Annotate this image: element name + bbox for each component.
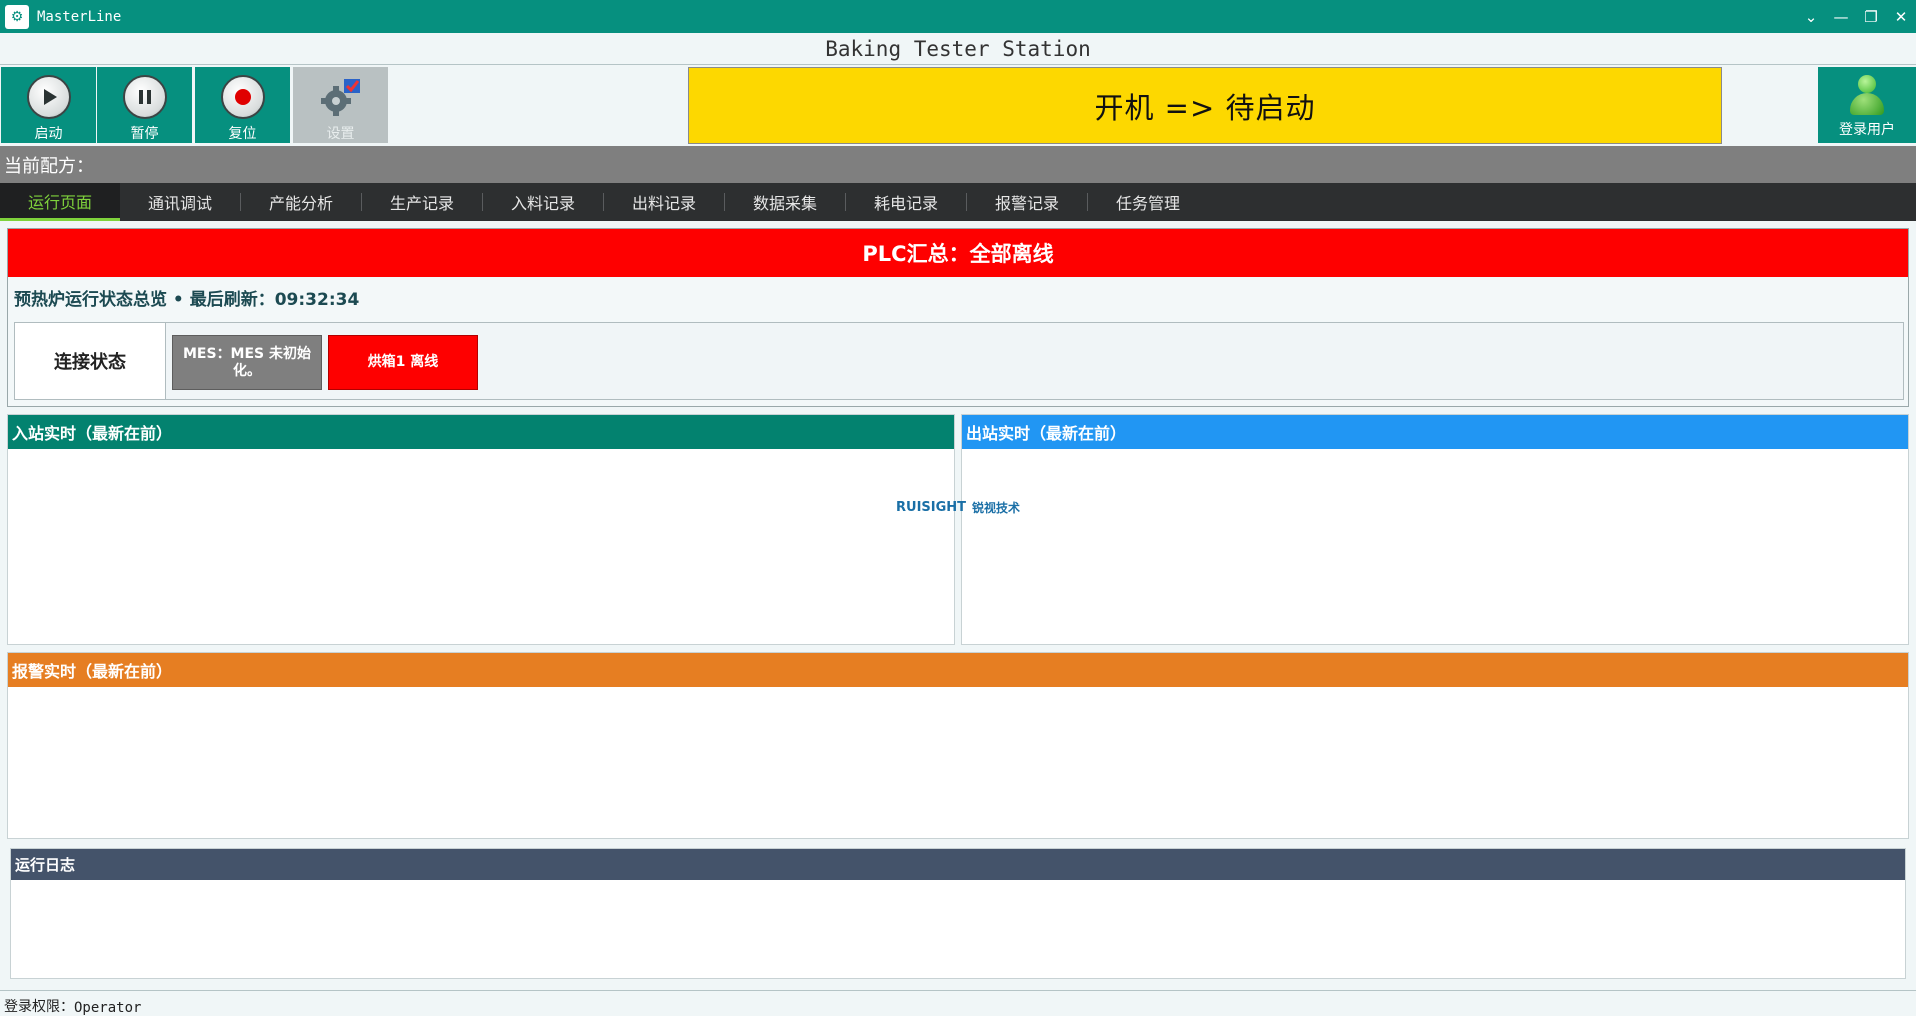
reset-button[interactable]: 复位 [195, 67, 290, 143]
connection-status-box: 连接状态 MES：MES 未初始化。 烘箱1 离线 [14, 322, 1904, 400]
plc-summary-frame: PLC汇总：全部离线 预热炉运行状态总览 • 最后刷新：09:32:34 连接状… [7, 228, 1909, 407]
inbound-realtime-panel: 入站实时（最新在前） [7, 414, 955, 645]
pause-icon [122, 75, 167, 119]
login-user-button[interactable]: 登录用户 [1818, 67, 1916, 143]
current-recipe-label: 当前配方： [4, 155, 94, 177]
tab-production-records[interactable]: 生产记录 [362, 183, 482, 221]
restore-icon[interactable]: ❐ [1856, 0, 1886, 33]
play-icon [26, 75, 71, 119]
outbound-realtime-header: 出站实时（最新在前） [962, 415, 1908, 449]
tab-capacity-analysis[interactable]: 产能分析 [241, 183, 361, 221]
tab-data-collection[interactable]: 数据采集 [725, 183, 845, 221]
close-icon[interactable]: ✕ [1886, 0, 1916, 33]
tab-task-management[interactable]: 任务管理 [1088, 183, 1208, 221]
app-name: MasterLine [37, 8, 122, 25]
machine-state-banner: 开机 => 待启动 [688, 67, 1722, 144]
inbound-realtime-header: 入站实时（最新在前） [8, 415, 954, 449]
main-tabs: 运行页面 通讯调试 产能分析 生产记录 入料记录 出料记录 数据采集 耗电记录 … [0, 183, 1916, 221]
tab-alarm-records[interactable]: 报警记录 [967, 183, 1087, 221]
settings-button-label: 设置 [326, 126, 355, 142]
settings-gear-icon [317, 73, 365, 119]
outbound-realtime-panel: 出站实时（最新在前） [961, 414, 1909, 645]
pause-button-label: 暂停 [130, 126, 159, 142]
oven-1-status-chip: 烘箱1 离线 [328, 335, 478, 390]
pause-button[interactable]: 暂停 [97, 67, 192, 143]
ruisight-watermark: RUISIGHT 锐视技术 [896, 495, 1020, 519]
alarm-realtime-header: 报警实时（最新在前） [8, 653, 1908, 687]
main-toolbar: 启动 暂停 复位 设置 开机 => 待启动 登录用户 [0, 66, 1916, 144]
tab-inbound-records[interactable]: 入料记录 [483, 183, 603, 221]
connection-status-label: 连接状态 [15, 323, 166, 399]
window-controls: ⌄ — ❐ ✕ [1796, 0, 1916, 33]
reset-button-label: 复位 [228, 126, 257, 142]
status-bar: 登录权限： Operator [0, 990, 1916, 1016]
run-log-header: 运行日志 [11, 849, 1905, 880]
login-permission-label: 登录权限： [4, 999, 74, 1015]
preheat-overview-title: 预热炉运行状态总览 • 最后刷新：09:32:34 [14, 289, 360, 310]
station-title: Baking Tester Station [0, 33, 1916, 65]
record-icon [220, 75, 265, 119]
tab-outbound-records[interactable]: 出料记录 [604, 183, 724, 221]
window-titlebar: ⚙ MasterLine ⌄ — ❐ ✕ [0, 0, 1916, 33]
plc-summary-banner: PLC汇总：全部离线 [8, 229, 1908, 277]
watermark-cn: 锐视技术 [972, 500, 1021, 515]
mes-status-chip: MES：MES 未初始化。 [172, 335, 322, 390]
tab-comm-debug[interactable]: 通讯调试 [120, 183, 240, 221]
chevron-down-icon[interactable]: ⌄ [1796, 0, 1826, 33]
alarm-realtime-panel: 报警实时（最新在前） [7, 652, 1909, 839]
tab-power-records[interactable]: 耗电记录 [846, 183, 966, 221]
login-permission-value: Operator [74, 1000, 142, 1016]
masterline-logo-icon: ⚙ [5, 4, 29, 29]
tab-run-page[interactable]: 运行页面 [0, 183, 120, 221]
login-user-label: 登录用户 [1839, 122, 1895, 138]
start-button[interactable]: 启动 [1, 67, 96, 143]
settings-button[interactable]: 设置 [293, 67, 388, 143]
minimize-icon[interactable]: — [1826, 0, 1856, 33]
watermark-brand: RUISIGHT [896, 499, 967, 515]
start-button-label: 启动 [34, 126, 63, 142]
user-icon [1845, 73, 1889, 117]
current-recipe-bar: 当前配方： [0, 146, 1916, 183]
run-log-panel: 运行日志 [10, 848, 1906, 979]
